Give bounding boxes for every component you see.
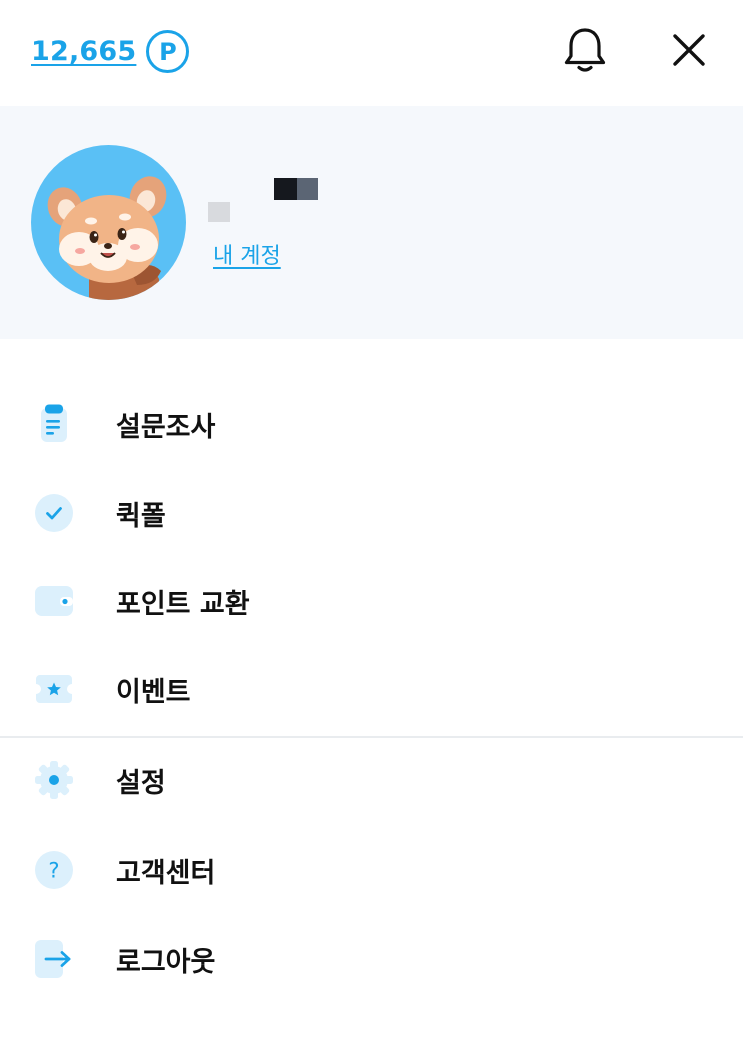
menu-label-settings: 설정: [116, 767, 166, 799]
menu-label-point-exchange: 포인트 교환: [116, 588, 250, 620]
points-balance[interactable]: 12,665 P: [31, 30, 190, 73]
svg-text:?: ?: [48, 859, 59, 883]
menu-label-logout: 로그아웃: [116, 946, 216, 978]
avatar[interactable]: [31, 145, 186, 300]
menu-label-quickpoll: 퀵폴: [116, 500, 166, 532]
menu-label-customer-center: 고객센터: [116, 857, 216, 889]
menu-item-point-exchange[interactable]: 포인트 교환: [0, 569, 743, 633]
profile-section: 내 계정: [0, 106, 743, 339]
bell-icon: [564, 28, 606, 72]
top-bar: 12,665 P: [0, 0, 743, 106]
points-badge-icon: P: [146, 30, 190, 73]
menu-item-quickpoll[interactable]: 퀵폴: [0, 481, 743, 545]
menu-item-customer-center[interactable]: ? 고객센터: [0, 838, 743, 902]
close-icon: [673, 34, 705, 66]
red-panda-avatar-icon: [47, 176, 167, 300]
points-value[interactable]: 12,665: [31, 36, 136, 67]
menu-label-event: 이벤트: [116, 676, 191, 708]
notifications-button[interactable]: [561, 26, 609, 74]
check-circle-icon: [33, 492, 75, 534]
question-icon: ?: [33, 849, 75, 891]
menu-item-event[interactable]: 이벤트: [0, 657, 743, 721]
survey-document-icon: [33, 403, 75, 445]
menu-item-survey[interactable]: 설문조사: [0, 392, 743, 456]
star-ticket-icon: [33, 668, 75, 710]
close-button[interactable]: [665, 26, 713, 74]
my-account-link[interactable]: 내 계정: [213, 238, 281, 270]
redacted-text: [208, 202, 230, 222]
gear-icon: [33, 759, 75, 801]
menu-item-logout[interactable]: 로그아웃: [0, 927, 743, 991]
wallet-icon: [33, 580, 75, 622]
menu-item-settings[interactable]: 설정: [0, 748, 743, 812]
redacted-username: [274, 178, 318, 200]
menu-label-survey: 설문조사: [116, 411, 216, 443]
logout-arrow-icon: [33, 938, 75, 980]
menu-divider: [0, 736, 743, 738]
